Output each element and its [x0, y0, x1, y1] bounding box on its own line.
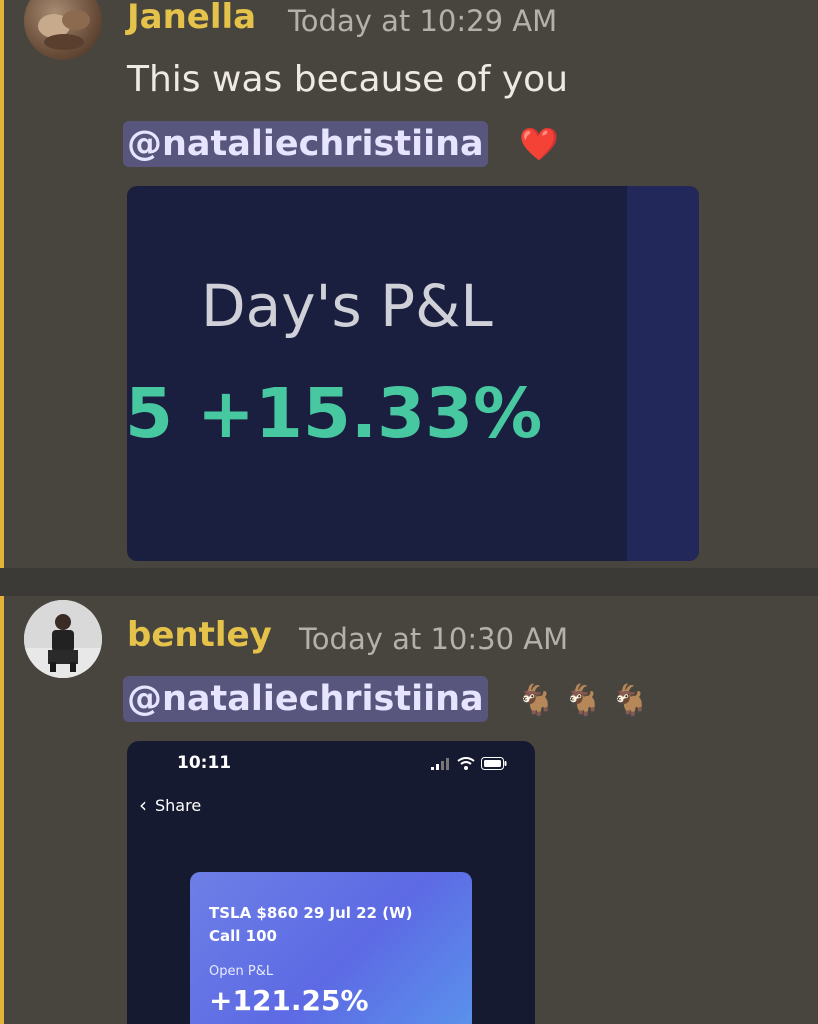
open-pl-label: Open P&L: [209, 964, 274, 979]
goat-emoji: 🐐: [610, 682, 650, 720]
message-bentley: bentley Today at 10:30 AM @nataliechrist…: [0, 596, 818, 1024]
back-button[interactable]: ‹ Share: [139, 793, 201, 817]
image-attachment[interactable]: 10:11 ‹ Share TSLA $860 29 Jul 22 (W) Ca…: [127, 741, 535, 1024]
pl-value: 5 +15.33%: [127, 374, 542, 454]
pl-value-percent: +15.33%: [197, 374, 543, 454]
open-pl-value: +121.25%: [209, 984, 369, 1017]
ticker-info: TSLA $860 29 Jul 22 (W) Call 100: [209, 902, 412, 948]
back-label: Share: [155, 795, 202, 815]
pl-title: Day's P&L: [201, 272, 493, 340]
pl-value-prefix: 5: [127, 374, 174, 454]
avatar[interactable]: [24, 600, 102, 678]
highlight-bar: [0, 596, 4, 1024]
username[interactable]: Janella: [127, 0, 256, 37]
heart-emoji: ❤️: [519, 125, 559, 163]
highlight-bar: [0, 0, 4, 568]
chevron-left-icon: ‹: [139, 793, 147, 817]
message-divider: [0, 568, 818, 596]
message-text: This was because of you: [127, 59, 569, 100]
status-icons: [431, 755, 507, 774]
trade-card: TSLA $860 29 Jul 22 (W) Call 100 Open P&…: [190, 872, 472, 1024]
wifi-icon: [457, 755, 475, 774]
user-mention[interactable]: @nataliechristiina: [123, 676, 488, 722]
ticker-line-2: Call 100: [209, 927, 277, 945]
battery-icon: [481, 755, 507, 774]
image-attachment[interactable]: Day's P&L 5 +15.33%: [127, 186, 699, 561]
timestamp: Today at 10:29 AM: [288, 4, 558, 38]
timestamp: Today at 10:30 AM: [299, 622, 569, 656]
signal-icon: [431, 755, 451, 774]
goat-emoji: 🐐: [516, 682, 556, 720]
message-janella: Janella Today at 10:29 AM This was becau…: [0, 0, 818, 568]
avatar[interactable]: [24, 0, 102, 60]
username[interactable]: bentley: [127, 615, 272, 655]
user-mention[interactable]: @nataliechristiina: [123, 121, 488, 167]
ticker-line-1: TSLA $860 29 Jul 22 (W): [209, 904, 413, 922]
image-side-panel: [627, 186, 699, 561]
goat-emoji: 🐐: [563, 682, 603, 720]
status-time: 10:11: [177, 753, 232, 773]
